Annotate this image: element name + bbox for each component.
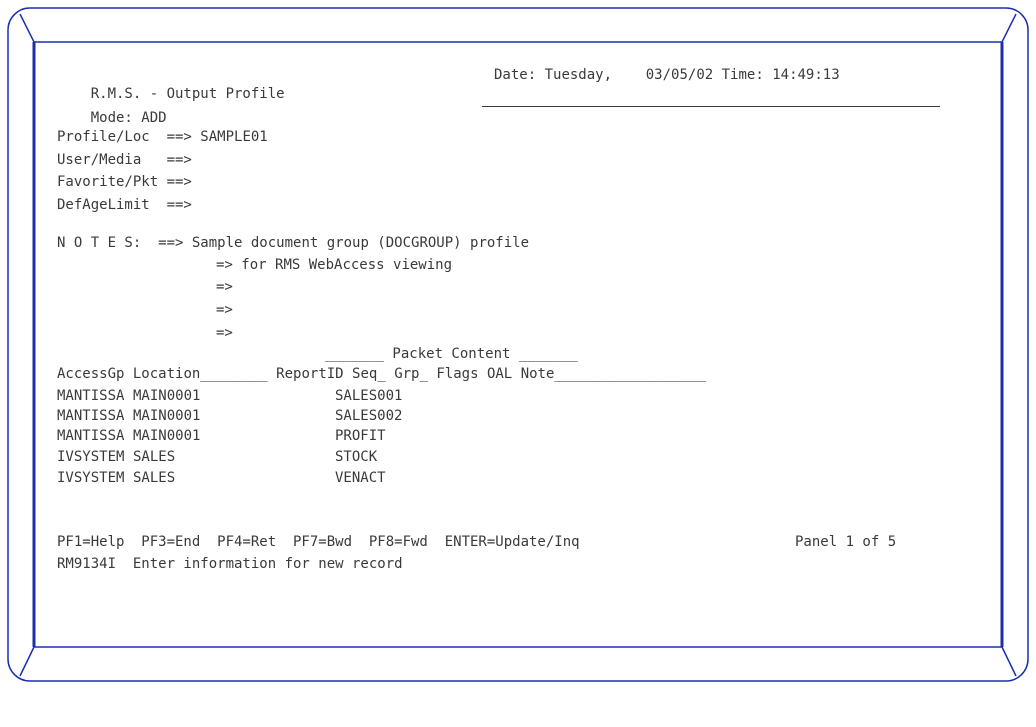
notes-arrow: => [216, 302, 233, 318]
time-value: 14:49:13 [772, 67, 840, 83]
notes-row-3: => [216, 278, 241, 297]
date-value: 03/05/02 [645, 67, 714, 83]
row-accessgp: IVSYSTEM [57, 449, 125, 465]
time-label: Time: [721, 67, 764, 83]
status-message: RM9134I Enter information for new record [57, 556, 403, 572]
profile-loc-row: Profile/Loc ==> SAMPLE01 [57, 128, 268, 147]
profile-loc-label: Profile/Loc ==> [57, 129, 192, 145]
col-seq: Seq_ [352, 366, 386, 382]
packet-content-header: _______ Packet Content _______ [325, 346, 578, 362]
row-location: SALES [133, 470, 176, 486]
pf-keys: PF1=Help PF3=End PF4=Ret PF7=Bwd PF8=Fwd… [57, 534, 580, 550]
row-reportid: SALES002 [335, 408, 403, 424]
user-media-label: User/Media ==> [57, 152, 192, 168]
col-location: Location________ [132, 366, 268, 382]
row-reportid: STOCK [335, 449, 378, 465]
profile-loc-input[interactable]: SAMPLE01 [200, 129, 267, 145]
row-location: SALES [133, 449, 176, 465]
row-location: MAIN0001 [133, 428, 201, 444]
notes-row-2: => for RMS WebAccess viewing [216, 256, 452, 275]
notes-row-5: => [216, 324, 241, 343]
notes-label: N O T E S: ==> [57, 235, 184, 251]
notes-input-1[interactable]: Sample document group (DOCGROUP) profile [192, 235, 529, 251]
mode-indicator: Mode: ADD [90, 110, 167, 126]
row-location: MAIN0001 [133, 408, 201, 424]
def-age-limit-label: DefAgeLimit ==> [57, 197, 192, 213]
row-reportid: PROFIT [335, 428, 386, 444]
col-flags: Flags [436, 366, 479, 382]
pf-key-line: PF1=Help PF3=End PF4=Ret PF7=Bwd PF8=Fwd… [57, 533, 580, 552]
notes-input-2[interactable]: for RMS WebAccess viewing [241, 257, 452, 273]
row-reportid: SALES001 [335, 388, 403, 404]
notes-row-4: => [216, 301, 241, 320]
row-reportid: VENACT [335, 470, 386, 486]
col-oal: OAL [486, 366, 513, 382]
table-header: AccessGp Location________ ReportID Seq_ … [57, 365, 706, 384]
notes-arrow: => [216, 325, 233, 341]
row-accessgp: MANTISSA [57, 388, 125, 404]
message-field[interactable] [482, 90, 940, 107]
col-note: Note__________________ [520, 366, 707, 382]
col-accessgp: AccessGp [57, 366, 125, 382]
notes-row-1: N O T E S: ==> Sample document group (DO… [57, 234, 529, 253]
notes-arrow: => [216, 279, 233, 295]
notes-arrow: => [216, 257, 233, 273]
col-grp: Grp_ [394, 366, 428, 382]
col-reportid: ReportID [276, 366, 344, 382]
row-accessgp: MANTISSA [57, 408, 125, 424]
date-label: Date: [494, 67, 537, 83]
terminal-screen: R.M.S. - Output Profile Date: Tuesday, 0… [57, 62, 940, 727]
favorite-pkt-row: Favorite/Pkt ==> [57, 173, 200, 192]
user-media-row: User/Media ==> [57, 151, 200, 170]
day-value: Tuesday, [544, 67, 613, 83]
datetime: Date: Tuesday, 03/05/02 Time: 14:49:13 [494, 66, 840, 85]
def-age-limit-row: DefAgeLimit ==> [57, 196, 200, 215]
row-accessgp: MANTISSA [57, 428, 125, 444]
row-accessgp: IVSYSTEM [57, 470, 125, 486]
panel-indicator: Panel 1 of 5 [795, 534, 897, 550]
favorite-pkt-label: Favorite/Pkt ==> [57, 174, 192, 190]
row-location: MAIN0001 [133, 388, 201, 404]
